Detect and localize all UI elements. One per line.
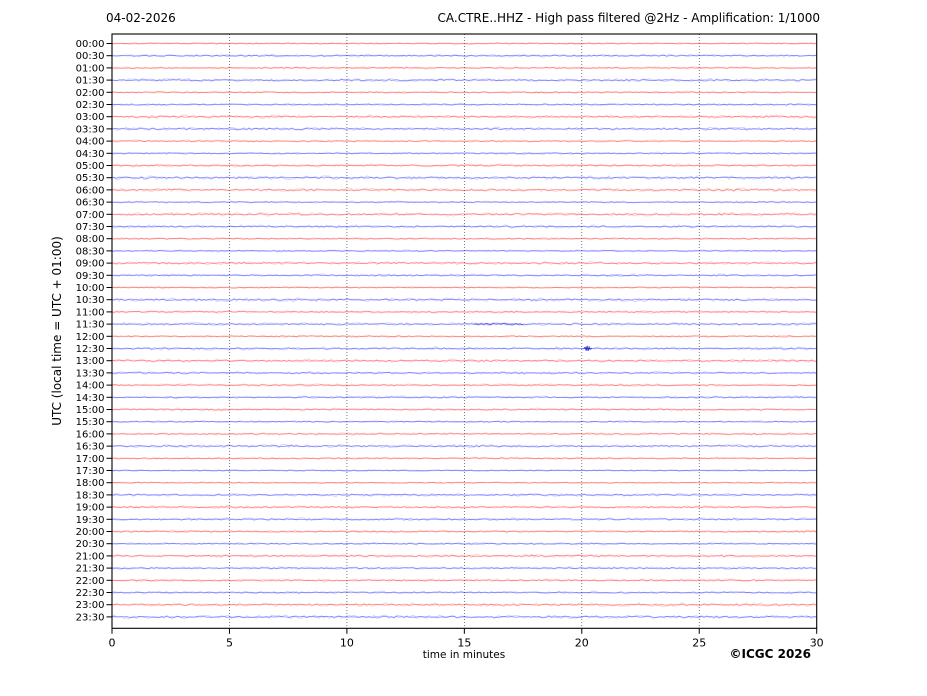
y-tick-label: 17:00 — [76, 454, 105, 465]
y-tick-label: 00:00 — [76, 39, 105, 50]
trace-row — [111, 237, 817, 240]
trace-row — [111, 91, 817, 94]
y-tick-label: 18:30 — [76, 490, 105, 501]
trace-row — [111, 372, 817, 374]
y-tick-label: 03:30 — [76, 124, 105, 135]
x-tick-label: 0 — [109, 637, 116, 650]
y-tick-label: 04:00 — [76, 137, 105, 148]
y-tick-label: 20:00 — [76, 527, 105, 538]
y-tick-label: 10:00 — [76, 283, 105, 294]
y-tick-label: 21:30 — [76, 564, 105, 575]
y-tick-label: 16:30 — [76, 442, 105, 453]
y-tick-label: 23:00 — [76, 600, 105, 611]
y-tick-label: 07:30 — [76, 222, 105, 233]
x-axis-label: time in minutes — [422, 649, 506, 661]
x-tick-label: 10 — [340, 637, 354, 650]
trace-row — [111, 494, 817, 496]
y-tick-label: 08:30 — [76, 246, 105, 257]
y-tick-label: 00:30 — [76, 51, 105, 62]
y-tick-label: 19:30 — [76, 515, 105, 526]
trace-row — [111, 323, 817, 326]
y-tick-label: 13:00 — [76, 356, 105, 367]
y-tick-label: 20:30 — [76, 539, 105, 550]
y-tick-label: 08:00 — [76, 234, 105, 245]
y-tick-label: 02:30 — [76, 100, 105, 111]
y-tick-label: 11:00 — [76, 307, 105, 318]
y-tick-label: 01:30 — [76, 76, 105, 87]
copyright-label: ©ICGC 2026 — [729, 647, 811, 661]
x-tick-label: 15 — [457, 637, 471, 650]
y-tick-label: 05:00 — [76, 161, 105, 172]
y-tick-label: 06:00 — [76, 185, 105, 196]
y-tick-label: 01:00 — [76, 63, 105, 74]
y-tick-label: 11:30 — [76, 320, 105, 331]
helicorder-plot: 00:0000:3001:00 01:3002:0002:3003:0003:30… — [76, 33, 824, 650]
trace-row — [111, 591, 817, 594]
y-tick-label: 12:00 — [76, 332, 105, 343]
trace-row — [111, 274, 817, 277]
y-tick-label: 04:30 — [76, 149, 105, 160]
y-tick-label: 17:30 — [76, 466, 105, 477]
y-tick-label: 12:30 — [76, 344, 105, 355]
y-tick-label: 15:00 — [76, 405, 105, 416]
y-tick-label: 22:00 — [76, 576, 105, 587]
y-tick-label: 18:00 — [76, 478, 105, 489]
y-tick-label: 09:30 — [76, 271, 105, 282]
y-tick-label: 06:30 — [76, 198, 105, 209]
y-tick-label: 10:30 — [76, 295, 105, 306]
helicorder-figure: 04-02-2026 CA.CTRE..HHZ - High pass filt… — [0, 0, 927, 696]
x-tick-label: 25 — [692, 637, 706, 650]
trace-row — [111, 481, 817, 484]
y-tick-label: 22:30 — [76, 588, 105, 599]
y-tick-label: 19:00 — [76, 503, 105, 514]
y-tick-label: 15:30 — [76, 417, 105, 428]
y-tick-label: 09:00 — [76, 259, 105, 270]
y-tick-label: 05:30 — [76, 173, 105, 184]
y-tick-label: 16:00 — [76, 429, 105, 440]
y-tick-label: 02:00 — [76, 88, 105, 99]
y-tick-label: 13:30 — [76, 368, 105, 379]
y-tick-label: 21:00 — [76, 551, 105, 562]
y-tick-label: 07:00 — [76, 210, 105, 221]
y-tick-label: 14:00 — [76, 381, 105, 392]
y-tick-label: 23:30 — [76, 612, 105, 623]
y-tick-label: 03:00 — [76, 112, 105, 123]
x-tick-label: 20 — [575, 637, 589, 650]
y-tick-label: 14:30 — [76, 393, 105, 404]
x-tick-label: 5 — [226, 637, 233, 650]
x-tick-label: 30 — [810, 637, 824, 650]
